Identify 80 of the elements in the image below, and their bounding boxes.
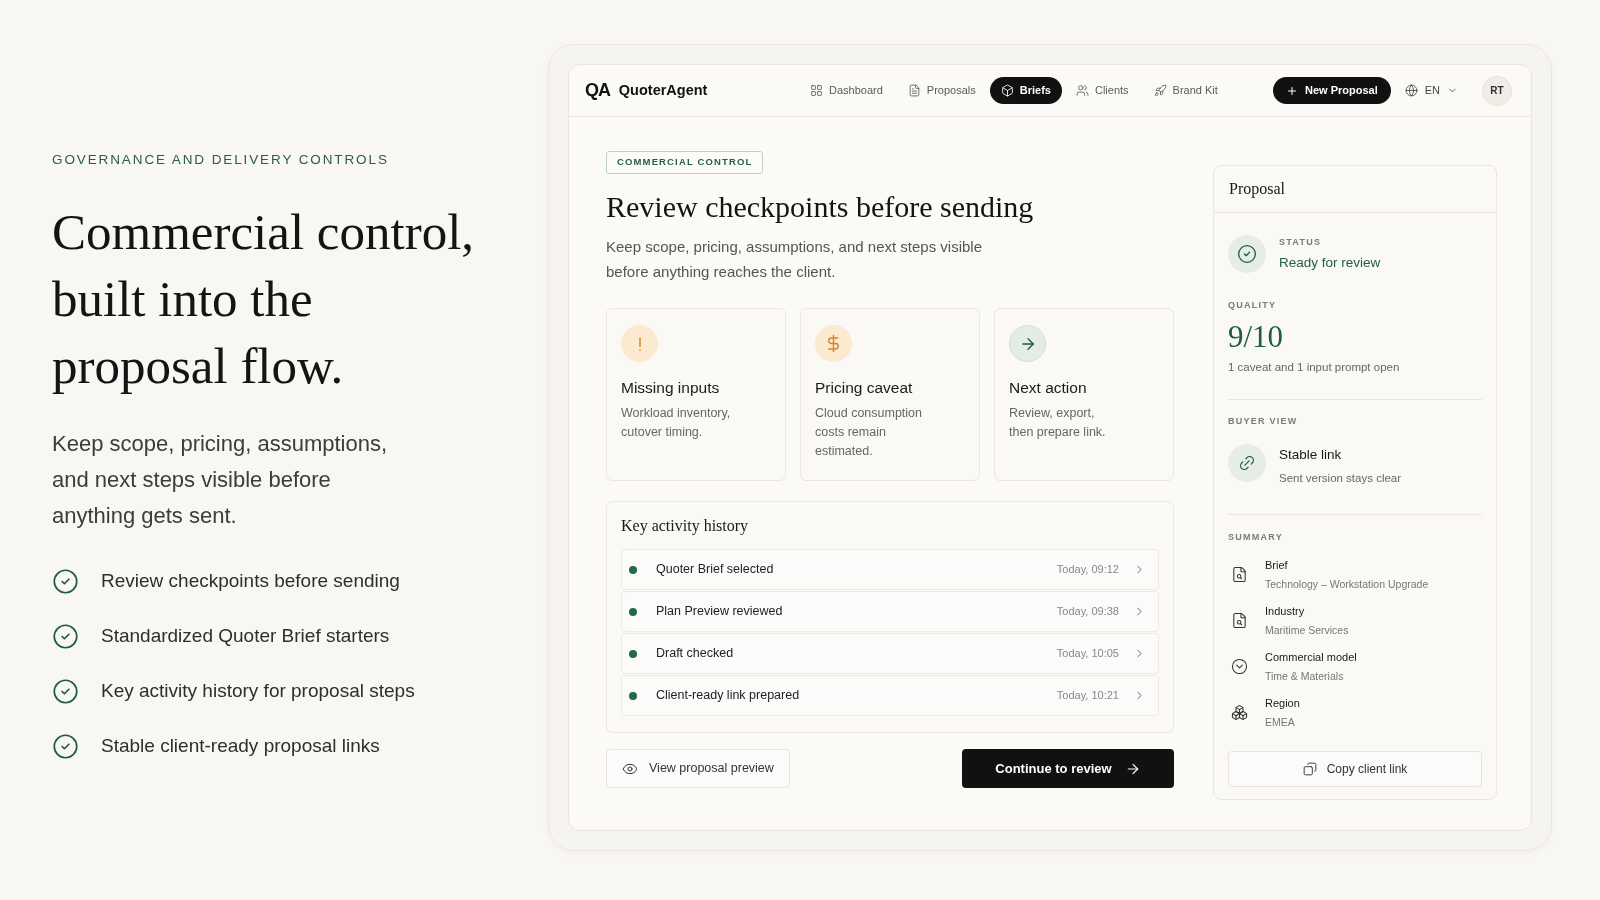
language-selector[interactable]: EN <box>1401 77 1461 104</box>
checkpoint-title: Pricing caveat <box>815 378 914 398</box>
activity-label: Quoter Brief selected <box>656 561 774 579</box>
rocket-icon <box>1153 84 1167 97</box>
checkpoint-title: Next action <box>1009 378 1088 398</box>
user-avatar[interactable]: RT <box>1482 75 1512 106</box>
check-circle-icon <box>52 567 79 595</box>
activity-time: Today, 09:38 <box>1056 604 1119 620</box>
view-preview-button[interactable]: View proposal preview <box>606 749 790 788</box>
continue-button[interactable]: Continue to review <box>962 749 1174 788</box>
buyer-link-title: Stable link <box>1279 446 1343 464</box>
cube-icon <box>1000 84 1014 97</box>
activity-title: Key activity history <box>621 516 750 536</box>
quality-label: QUALITY <box>1228 299 1278 311</box>
activity-time: Today, 09:12 <box>1056 562 1119 578</box>
summary-value: Technology – Workstation Upgrade <box>1265 577 1429 591</box>
status-value: Ready for review <box>1279 254 1381 272</box>
activity-row[interactable]: Draft checked Today, 10:05 <box>621 633 1159 674</box>
feature-text: Standardized Quoter Brief starters <box>101 623 390 648</box>
grid-icon <box>810 84 823 97</box>
nav-tab[interactable]: Proposals <box>896 77 987 104</box>
copy-link-button[interactable]: Copy client link <box>1228 751 1482 787</box>
file-search-icon <box>1231 612 1248 629</box>
summary-label-text: Commercial model <box>1265 650 1357 664</box>
quality-note: 1 caveat and 1 input prompt open <box>1228 360 1401 375</box>
check-circle-icon <box>52 677 79 705</box>
check-circle-icon <box>52 732 79 760</box>
activity-row[interactable]: Client-ready link prepared Today, 10:21 <box>621 675 1159 716</box>
activity-label: Draft checked <box>656 645 734 663</box>
checkpoint-title: Missing inputs <box>621 378 721 398</box>
link-icon <box>1228 444 1266 482</box>
buyer-link-note: Sent version stays clear <box>1279 471 1402 486</box>
intro-paragraph: Keep scope, pricing, assumptions, and next steps visible before anything gets sent. <box>52 430 389 530</box>
file-search-icon <box>1231 566 1248 583</box>
panel-title: Proposal <box>1229 179 1285 200</box>
activity-label: Plan Preview reviewed <box>656 603 783 621</box>
circle-chevron-icon <box>1231 658 1248 675</box>
nav-tab[interactable]: Clients <box>1064 77 1140 104</box>
nav-tab[interactable]: Briefs <box>989 77 1062 104</box>
dollar-icon <box>815 325 852 362</box>
nav-tab[interactable]: Dashboard <box>799 77 894 104</box>
activity-label: Client-ready link prepared <box>656 687 800 705</box>
copy-icon <box>1302 762 1317 776</box>
arrow-right-icon <box>1009 325 1046 362</box>
boxes-icon <box>1231 704 1248 721</box>
section-title: Review checkpoints before sending <box>606 189 1035 225</box>
feature-text: Stable client-ready proposal links <box>101 733 380 758</box>
checkpoint-description: Cloud consumption costs remain estimated. <box>815 405 923 460</box>
summary-value: EMEA <box>1265 715 1296 729</box>
brand-name: QuoterAgent <box>618 80 708 100</box>
summary-label-text: Industry <box>1265 604 1306 618</box>
feature-text: Key activity history for proposal steps <box>101 678 415 703</box>
feature-text: Review checkpoints before sending <box>101 568 400 593</box>
nav-tab[interactable]: Brand Kit <box>1142 77 1229 104</box>
checkpoint-description: Workload inventory, cutover timing. <box>621 405 732 441</box>
headline: Commercial control, built into the proposal flow. <box>52 203 476 396</box>
quality-score: 9/10 <box>1228 320 1285 354</box>
eyebrow-text: GOVERNANCE AND DELIVERY CONTROLS <box>52 151 389 169</box>
summary-value: Maritime Services <box>1265 623 1349 637</box>
section-description: Keep scope, pricing, assumptions, and next steps visible before anything reaches the client. <box>606 237 984 282</box>
activity-row[interactable]: Quoter Brief selected Today, 09:12 <box>621 549 1159 590</box>
exclamation-icon <box>621 325 658 362</box>
check-circle-icon <box>52 622 79 650</box>
new-proposal-button[interactable]: New Proposal <box>1272 77 1391 104</box>
summary-label: SUMMARY <box>1228 531 1284 543</box>
logo-mark: QA <box>585 79 610 102</box>
section-badge: COMMERCIAL CONTROL <box>606 151 764 174</box>
summary-label-text: Region <box>1265 696 1300 710</box>
globe-icon <box>1404 84 1418 97</box>
buyer-view-label: BUYER VIEW <box>1228 415 1299 427</box>
document-icon <box>907 84 921 97</box>
checkpoint-description: Review, export, then prepare link. <box>1009 405 1107 441</box>
activity-time: Today, 10:05 <box>1056 646 1119 662</box>
users-icon <box>1075 84 1089 97</box>
summary-label-text: Brief <box>1265 558 1289 572</box>
summary-value: Time & Materials <box>1265 669 1345 683</box>
activity-row[interactable]: Plan Preview reviewed Today, 09:38 <box>621 591 1159 632</box>
status-label: STATUS <box>1279 236 1323 248</box>
plus-icon <box>1285 84 1298 97</box>
activity-time: Today, 10:21 <box>1056 688 1119 704</box>
